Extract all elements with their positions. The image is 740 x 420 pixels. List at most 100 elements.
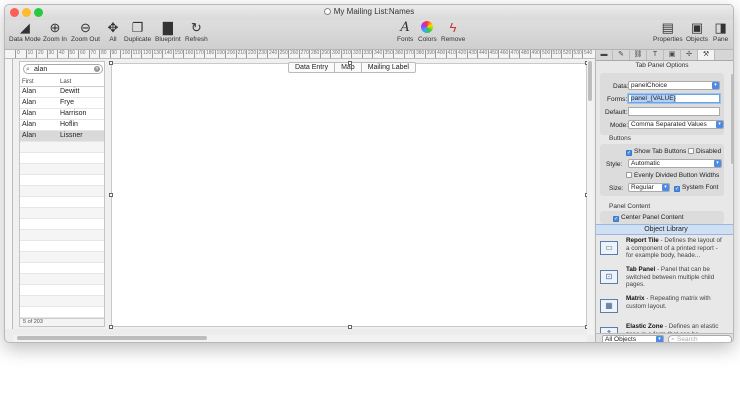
ruler-tick: 210: [235, 50, 246, 58]
resize-handle[interactable]: [348, 61, 352, 65]
data-mode-button[interactable]: ◢ Data Mode: [9, 20, 41, 44]
blueprint-button[interactable]: ▇ Blueprint: [155, 20, 181, 44]
search-input[interactable]: alan: [34, 66, 47, 73]
zoom-out-button[interactable]: ⊖ Zoom Out: [71, 20, 100, 44]
ruler-tick: 150: [172, 50, 183, 58]
select-all-icon: ✥: [107, 20, 119, 35]
duplicate-button[interactable]: ❐ Duplicate: [124, 20, 151, 44]
ruler-tick: 300: [330, 50, 341, 58]
text-icon[interactable]: T: [647, 50, 664, 60]
checkmark-icon: ✓: [674, 186, 680, 192]
ruler-tick: 270: [298, 50, 309, 58]
library-item-tab-panel[interactable]: ⊡ Tab Panel - Panel that can be switched…: [596, 264, 730, 293]
camera-icon[interactable]: ▣: [664, 50, 681, 60]
evenly-divided-checkbox[interactable]: Evenly Divided Button Widths: [626, 172, 719, 179]
library-item-elastic-zone[interactable]: ⇕ Elastic Zone - Defines an elastic zone…: [596, 321, 730, 333]
ruler-tick: 360: [393, 50, 404, 58]
resize-handle[interactable]: [109, 193, 113, 197]
data-popup[interactable]: panelChoice ▾: [628, 81, 720, 90]
refresh-button[interactable]: ↻ Refresh: [185, 20, 208, 44]
title-bar: My Mailing List:Names: [5, 5, 733, 20]
ruler-tick: 450: [487, 50, 498, 58]
pane-icon: ◨: [714, 20, 727, 35]
column-first[interactable]: First: [22, 79, 34, 85]
buttons-section-title: Buttons: [609, 135, 632, 142]
chevron-down-icon: ▾: [712, 82, 719, 89]
ruler-tick: 330: [361, 50, 372, 58]
pencil-icon[interactable]: ✎: [613, 50, 630, 60]
tab-mailing-label[interactable]: Mailing Label: [362, 63, 415, 72]
ruler-tick: 260: [288, 50, 299, 58]
object-filter-popup[interactable]: All Objects ▾: [602, 335, 664, 342]
size-popup[interactable]: Regular ▾: [628, 183, 670, 192]
list-column-header: First Last: [20, 77, 104, 87]
center-panel-content-checkbox[interactable]: ✓ Center Panel Content: [613, 214, 684, 222]
ruler-tick: 340: [372, 50, 383, 58]
remove-button[interactable]: ϟ Remove: [441, 20, 465, 44]
library-search-field[interactable]: ⌕ Search: [668, 335, 732, 342]
forms-field[interactable]: panel_{VALUE}: [628, 94, 720, 103]
tab-panel[interactable]: Data Entry Map Mailing Label: [109, 61, 589, 329]
empty-row: [20, 263, 104, 274]
resize-handle[interactable]: [109, 325, 113, 329]
vertical-scrollbar[interactable]: [587, 59, 594, 335]
resize-handle[interactable]: [348, 325, 352, 329]
scroll-thumb[interactable]: [588, 61, 592, 101]
system-font-checkbox[interactable]: ✓ System Font: [674, 184, 718, 192]
ruler-tick: 220: [246, 50, 257, 58]
list-item-selected[interactable]: Alan Lissner: [20, 131, 104, 142]
link-icon[interactable]: ⛓: [630, 50, 647, 60]
mode-popup[interactable]: Comma Separated Values ▾: [628, 120, 724, 129]
inspector-scrollbar[interactable]: [730, 72, 733, 332]
horizontal-scrollbar[interactable]: [13, 335, 587, 342]
column-last[interactable]: Last: [60, 79, 71, 85]
mode-label: Mode:: [610, 122, 629, 129]
zoom-in-button[interactable]: ⊕ Zoom In: [43, 20, 67, 44]
horizontal-ruler: 0 10 20 30 40 50 60 70 80 90 100 110 120 130 140 150 160…: [5, 50, 595, 59]
empty-row: [20, 241, 104, 252]
library-item-report-tile[interactable]: ▭ Report Tile - Defines the layout of a …: [596, 235, 730, 264]
colors-button[interactable]: Colors: [418, 20, 437, 43]
vertical-ruler: [5, 59, 13, 329]
ruler-tick: 80: [99, 50, 107, 58]
names-list-portal[interactable]: ⌕ alan × First Last Alan Dewitt Alan Frye …: [19, 61, 105, 327]
ruler-tick: 420: [456, 50, 467, 58]
ruler-tick: 110: [130, 50, 141, 58]
empty-row: [20, 197, 104, 208]
ruler-tick: 170: [193, 50, 204, 58]
list-item[interactable]: Alan Frye: [20, 98, 104, 109]
search-field[interactable]: ⌕ alan ×: [23, 64, 103, 74]
script-icon[interactable]: ✢: [681, 50, 698, 60]
ruler-tick: 40: [57, 50, 65, 58]
properties-button[interactable]: ▤ Properties: [653, 20, 683, 44]
color-wheel-swatch: [421, 21, 434, 33]
wrench-icon[interactable]: ⚒: [698, 50, 715, 60]
clear-search-icon[interactable]: ×: [94, 66, 100, 72]
scroll-thumb[interactable]: [17, 336, 207, 340]
show-tab-buttons-checkbox[interactable]: ✓ Show Tab Buttons: [626, 148, 686, 156]
sofa-icon[interactable]: ▬: [596, 50, 613, 60]
default-field[interactable]: [628, 107, 720, 116]
layout-canvas[interactable]: ⌕ alan × First Last Alan Dewitt Alan Frye …: [13, 59, 589, 329]
list-item[interactable]: Alan Dewitt: [20, 87, 104, 98]
list-item[interactable]: Alan Hoflin: [20, 120, 104, 131]
list-item[interactable]: Alan Harrison: [20, 109, 104, 120]
report-tile-icon: ▭: [600, 241, 618, 255]
objects-button[interactable]: ▣ Objects: [686, 20, 708, 44]
pane-button[interactable]: ◨ Pane: [713, 20, 728, 44]
disabled-checkbox[interactable]: Disabled: [688, 148, 721, 155]
library-item-matrix[interactable]: ▦ Matrix - Repeating matrix with custom …: [596, 293, 730, 322]
resize-handle[interactable]: [109, 61, 113, 65]
empty-row: [20, 164, 104, 175]
select-all-button[interactable]: ✥ All: [106, 20, 120, 44]
color-wheel-icon: [420, 21, 434, 35]
record-count: 5 of 203: [20, 318, 104, 326]
tab-data-entry[interactable]: Data Entry: [289, 63, 336, 72]
list-rows: Alan Dewitt Alan Frye Alan Harrison Alan Hof…: [20, 87, 104, 318]
scroll-thumb[interactable]: [731, 74, 733, 164]
empty-row: [20, 307, 104, 318]
fonts-button[interactable]: A Fonts: [397, 20, 413, 44]
style-popup[interactable]: Automatic ▾: [628, 159, 722, 168]
ruler-tick: 310: [340, 50, 351, 58]
inspector-header: Tab Panel Options: [635, 62, 689, 69]
